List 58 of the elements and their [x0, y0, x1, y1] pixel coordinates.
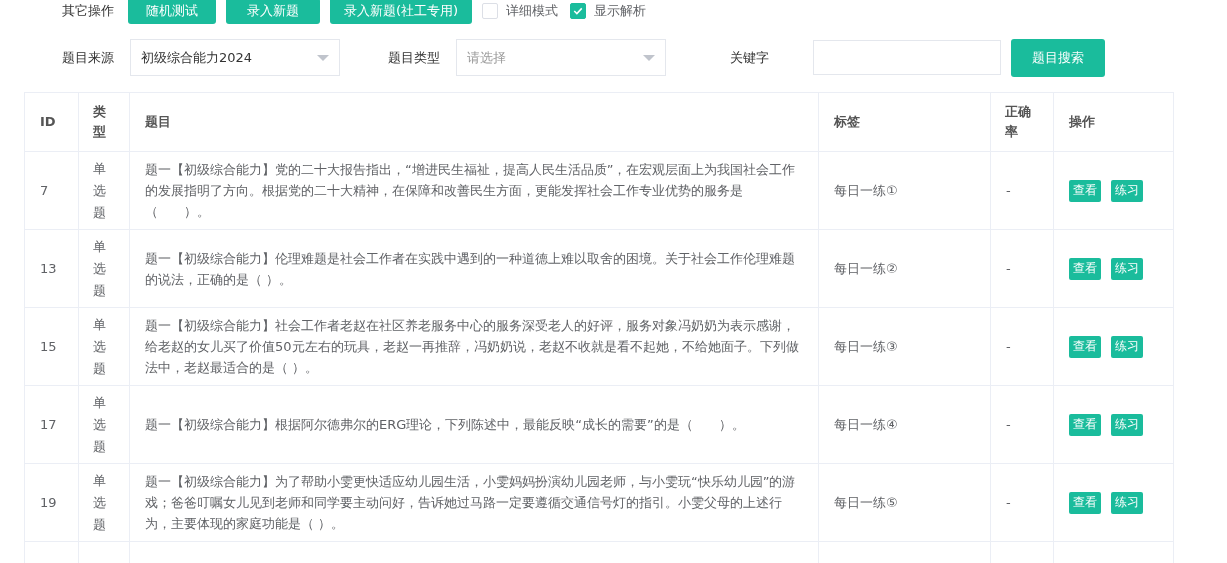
- table-cell: 单选题: [78, 463, 130, 542]
- checkbox-label[interactable]: 显示解析: [594, 2, 647, 20]
- row-action-button[interactable]: 查看: [1069, 257, 1101, 280]
- row-action-button[interactable]: 练习: [1111, 179, 1143, 202]
- table-cell: 题一【初级综合能力】为了帮助小雯更快适应幼儿园生活，小雯妈妈扮演幼儿园老师，与小雯玩“快乐幼儿园”的游戏；爸爸叮嘱女儿见到老师和同学要主动问好，告诉她过马路一定要遵循交通信号灯的指引。小雯父母的上述行为，主要体现的家庭功能是（ ）。: [129, 463, 819, 542]
- table-cell: 19: [24, 463, 79, 542]
- row-action-button[interactable]: 练习: [1111, 491, 1143, 514]
- table-cell: -: [990, 463, 1054, 542]
- search-button[interactable]: 题目搜索: [1011, 38, 1105, 77]
- row-action-button[interactable]: 练习: [1111, 257, 1143, 280]
- table-cell: 7: [24, 151, 79, 230]
- row-action-button[interactable]: 查看: [1069, 335, 1101, 358]
- caret-icon: [643, 54, 655, 61]
- column-header: 标签: [818, 92, 991, 152]
- table-cell: 题一【初级综合能力】根据阿尔德弗尔的ERG理论，下列陈述中，最能反映“成长的需要”的是（ ）。: [129, 385, 819, 464]
- row-action-button[interactable]: 查看: [1069, 179, 1101, 202]
- column-header: 题目: [129, 92, 819, 152]
- column-header: ID: [24, 92, 79, 152]
- checkbox-label[interactable]: 详细模式: [506, 2, 559, 20]
- table-cell: 题一【初级综合能力】党的二十大报告指出，“增进民生福祉，提高人民生活品质”，在宏观层面上为我国社会工作的发展指明了方向。根据党的二十大精神，在保障和改善民生方面，更能发挥社会工作专业优势的服务是（ ）。: [129, 151, 819, 230]
- table-cell: 15: [24, 307, 79, 386]
- table-cell: 每日一练④: [818, 385, 991, 464]
- source-label: 题目来源: [62, 48, 114, 67]
- column-header: 类型: [78, 92, 130, 152]
- source-select[interactable]: 初级综合能力2024: [130, 39, 340, 76]
- table-cell: 13: [24, 229, 79, 308]
- column-header: 正确率: [990, 92, 1054, 152]
- table-cell: -: [990, 151, 1054, 230]
- type-label: 题目类型: [388, 48, 440, 67]
- table-cell: 题一【初级综合能力】社会工作者老赵在社区养老服务中心的服务深受老人的好评，服务对象冯奶奶为表示感谢，给老赵的女儿买了价值50元左右的玩具，老赵一再推辞，冯奶奶说，老赵不收就是看不起她，不给她面子。下列做法中，老赵最适合的是（ ）。: [129, 307, 819, 386]
- table-cell: -: [990, 307, 1054, 386]
- checkbox[interactable]: [570, 3, 587, 19]
- table-cell: 每日一练①: [818, 151, 991, 230]
- table-cell: -: [990, 385, 1054, 464]
- caret-icon: [317, 54, 329, 61]
- table-cell: 17: [24, 385, 79, 464]
- action-button[interactable]: 录入新题: [226, 0, 320, 24]
- table-cell: 单选题: [78, 151, 130, 230]
- row-action-button[interactable]: 练习: [1111, 335, 1143, 358]
- check-icon: [572, 5, 585, 17]
- table-cell: 单选题: [78, 385, 130, 464]
- table-cell: 每日一练⑤: [818, 463, 991, 542]
- row-action-button[interactable]: 查看: [1069, 491, 1101, 514]
- keyword-label: 关键字: [730, 48, 769, 67]
- action-button[interactable]: 录入新题(社工专用): [330, 0, 473, 24]
- table-cell: 单选题: [78, 307, 130, 386]
- type-select[interactable]: 请选择: [456, 39, 666, 76]
- row-action-button[interactable]: 查看: [1069, 413, 1101, 436]
- ops-label: 其它操作: [62, 2, 114, 20]
- table-cell: 题一【初级综合能力】伦理难题是社会工作者在实践中遇到的一种道德上难以取舍的困境。关于社会工作伦理难题的说法，正确的是（ ）。: [129, 229, 819, 308]
- table-cell: 单选题: [78, 229, 130, 308]
- table-cell: -: [990, 229, 1054, 308]
- table-cell: 每日一练③: [818, 307, 991, 386]
- table-cell: 每日一练②: [818, 229, 991, 308]
- row-action-button[interactable]: 练习: [1111, 413, 1143, 436]
- column-header: 操作: [1053, 92, 1174, 152]
- keyword-field[interactable]: [813, 40, 1001, 75]
- action-button[interactable]: 随机测试: [128, 0, 216, 24]
